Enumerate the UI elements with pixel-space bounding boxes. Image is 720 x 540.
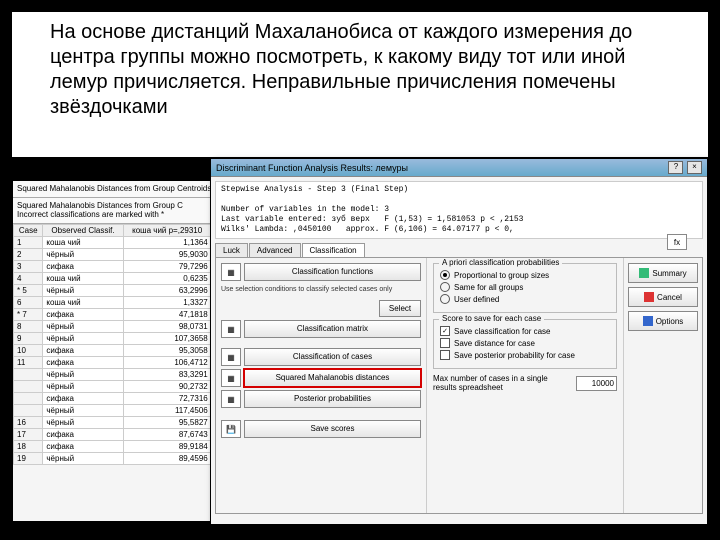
side-buttons-column: Summary Cancel Options [623, 258, 702, 513]
options-button[interactable]: Options [628, 311, 698, 331]
radio-proportional[interactable] [440, 270, 450, 280]
cancel-icon [644, 292, 654, 302]
grid-icon: ▦ [221, 348, 241, 366]
classification-functions-button[interactable]: Classification functions [244, 263, 421, 281]
max-cases-field[interactable]: 10000 [576, 376, 617, 391]
save-icon: 💾 [221, 420, 241, 438]
max-cases-label: Max number of cases in a single results … [433, 375, 572, 393]
col-case: Case [14, 224, 43, 236]
select-button[interactable]: Select [379, 300, 421, 317]
prior-prob-group: A priori classification probabilities Pr… [433, 263, 617, 313]
grid-icon: ▦ [221, 390, 241, 408]
tab-luck[interactable]: Luck [215, 243, 248, 257]
help-button[interactable]: ? [668, 161, 683, 174]
analysis-info-box: Stepwise Analysis - Step 3 (Final Step) … [215, 181, 703, 239]
fx-icon[interactable]: fx [667, 234, 687, 250]
posterior-probabilities-button[interactable]: Posterior probabilities [244, 390, 421, 408]
score-save-title: Score to save for each case [439, 314, 544, 323]
grid-icon: ▦ [221, 320, 241, 338]
options-icon [643, 316, 653, 326]
radio-same[interactable] [440, 282, 450, 292]
options-column: A priori classification probabilities Pr… [426, 258, 623, 513]
cancel-button[interactable]: Cancel [628, 287, 698, 307]
squared-mahalanobis-button[interactable]: Squared Mahalanobis distances [244, 369, 421, 387]
slide-main-text: На основе дистанций Махаланобиса от кажд… [50, 20, 670, 120]
chk-save-dist[interactable] [440, 338, 450, 348]
col-observed: Observed Classif. [43, 224, 123, 236]
score-save-group: Score to save for each case Save classif… [433, 319, 617, 369]
tab-bar: Luck Advanced Classification [215, 243, 703, 257]
close-button[interactable]: × [687, 161, 702, 174]
chk-save-class[interactable] [440, 326, 450, 336]
tab-classification[interactable]: Classification [302, 243, 365, 257]
select-hint: Use selection conditions to classify sel… [221, 286, 421, 294]
classification-of-cases-button[interactable]: Classification of cases [244, 348, 421, 366]
grid-icon: ▦ [221, 369, 241, 387]
discriminant-results-dialog: Discriminant Function Analysis Results: … [210, 158, 708, 525]
col-g1: коша чий p=,29310 [123, 224, 211, 236]
dialog-title-text: Discriminant Function Analysis Results: … [216, 163, 408, 173]
grid-icon: ▦ [221, 263, 241, 281]
summary-icon [639, 268, 649, 278]
summary-button[interactable]: Summary [628, 263, 698, 283]
max-cases-row: Max number of cases in a single results … [433, 375, 617, 393]
chk-save-post[interactable] [440, 350, 450, 360]
classification-matrix-button[interactable]: Classification matrix [244, 320, 421, 338]
save-scores-button[interactable]: Save scores [244, 420, 421, 438]
left-button-column: ▦ Classification functions Use selection… [216, 258, 426, 513]
dialog-titlebar: Discriminant Function Analysis Results: … [211, 159, 707, 177]
tab-advanced[interactable]: Advanced [249, 243, 301, 257]
radio-user[interactable] [440, 294, 450, 304]
prior-prob-title: A priori classification probabilities [439, 258, 562, 267]
